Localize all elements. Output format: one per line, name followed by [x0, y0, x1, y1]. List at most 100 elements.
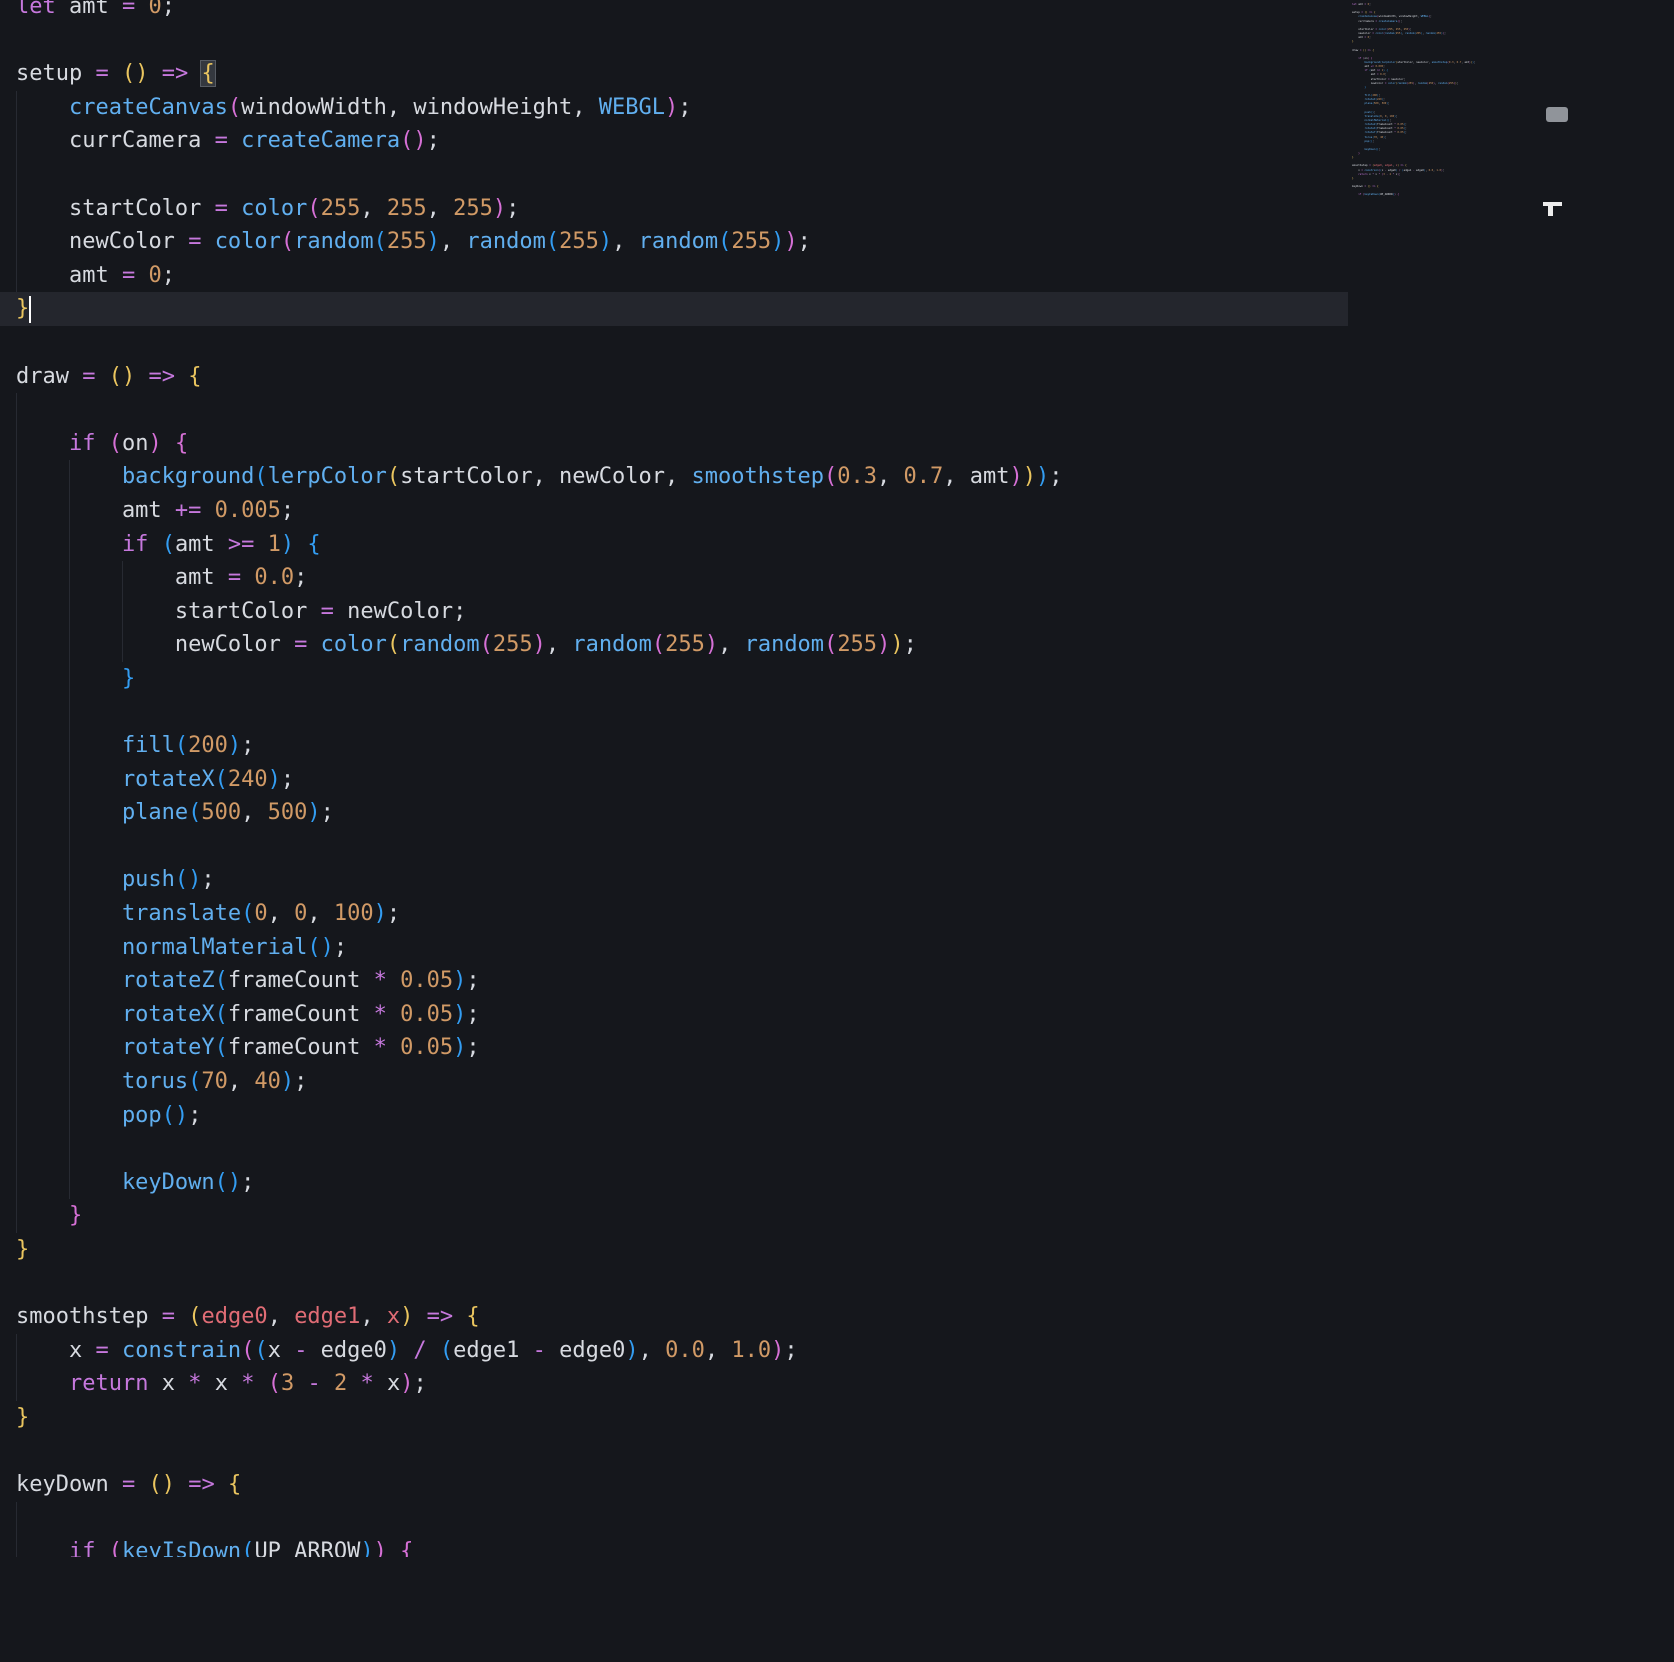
indent-guide [16, 427, 69, 461]
code-line[interactable]: if (amt >= 1) { [0, 528, 1348, 562]
code-token: 0 [294, 901, 307, 926]
code-token [175, 364, 188, 389]
code-line[interactable]: rotateX(frameCount * 0.05); [0, 998, 1348, 1032]
code-line[interactable]: newColor = color(random(255), random(255… [0, 225, 1348, 259]
code-token: ( [254, 1338, 267, 1363]
code-editor[interactable]: let amt = 0; setup = () => { createCanvas… [0, 0, 1674, 1662]
code-token: newColor [175, 632, 294, 657]
minimap-line: if (keyIsDown(UP_ARROW)) { [1352, 193, 1542, 197]
indent-guide [69, 998, 122, 1032]
minimap[interactable]: let amt = 0;setup = () => { createCanvas… [1352, 0, 1542, 420]
indent-guide [16, 1535, 69, 1557]
code-line[interactable]: } [0, 1401, 1348, 1435]
code-line[interactable]: currCamera = createCamera(); [0, 124, 1348, 158]
code-token [215, 1472, 228, 1497]
code-line[interactable] [0, 158, 1348, 192]
code-token: 255 [321, 196, 361, 221]
code-line[interactable]: if (keyIsDown(UP_ARROW)) { [0, 1535, 1348, 1557]
code-token: rotateX [122, 767, 215, 792]
code-token: ( [109, 431, 122, 456]
code-token: ) [374, 901, 387, 926]
code-token: = [122, 1472, 135, 1497]
code-token: ( [652, 632, 665, 657]
code-line[interactable]: } [0, 292, 1348, 326]
code-token: = [215, 128, 228, 153]
code-line[interactable] [0, 326, 1348, 360]
code-token: constrain [122, 1338, 241, 1363]
code-token: ) [665, 95, 678, 120]
indent-guide [16, 931, 69, 965]
code-line[interactable]: amt = 0; [0, 259, 1348, 293]
code-line[interactable]: torus(70, 40); [0, 1065, 1348, 1099]
code-line[interactable]: setup = () => { [0, 57, 1348, 91]
code-token: ( [268, 1371, 281, 1396]
code-line[interactable]: startColor = color(255, 255, 255); [0, 192, 1348, 226]
code-line[interactable]: fill(200); [0, 729, 1348, 763]
code-token [201, 229, 214, 254]
code-line[interactable]: amt = 0.0; [0, 561, 1348, 595]
code-line[interactable]: newColor = color(random(255), random(255… [0, 628, 1348, 662]
code-token: 240 [228, 767, 268, 792]
code-line[interactable]: x = constrain((x - edge0) / (edge1 - edg… [0, 1334, 1348, 1368]
code-token: ( [188, 800, 201, 825]
code-token [95, 1539, 108, 1557]
code-token: ) [387, 1338, 400, 1363]
code-line[interactable]: keyDown(); [0, 1166, 1348, 1200]
scrollbar-channel[interactable] [1540, 0, 1574, 1662]
code-token: startColor, newColor, [400, 464, 691, 489]
code-token: , [440, 229, 467, 254]
code-token: push [122, 867, 175, 892]
code-token: ; [281, 498, 294, 523]
code-token: => [148, 364, 175, 389]
code-line[interactable]: plane(500, 500); [0, 796, 1348, 830]
code-line[interactable]: } [0, 1233, 1348, 1267]
code-token: rotateZ [122, 968, 215, 993]
code-token: translate [122, 901, 241, 926]
indent-guide [69, 830, 122, 864]
code-line[interactable]: rotateY(frameCount * 0.05); [0, 1031, 1348, 1065]
code-line[interactable]: smoothstep = (edge0, edge1, x) => { [0, 1300, 1348, 1334]
code-line[interactable]: createCanvas(windowWidth, windowHeight, … [0, 91, 1348, 125]
code-line[interactable]: translate(0, 0, 100); [0, 897, 1348, 931]
code-token: , [268, 901, 295, 926]
code-token [321, 1371, 334, 1396]
code-line[interactable]: startColor = newColor; [0, 595, 1348, 629]
code-line[interactable]: normalMaterial(); [0, 931, 1348, 965]
text-cursor [29, 296, 31, 323]
code-line[interactable] [0, 830, 1348, 864]
code-token [307, 632, 320, 657]
code-line[interactable]: } [0, 662, 1348, 696]
code-line[interactable] [0, 1267, 1348, 1301]
code-token: ( [254, 464, 267, 489]
code-token: keyDown [122, 1170, 215, 1195]
code-line[interactable]: return x * x * (3 - 2 * x); [0, 1367, 1348, 1401]
code-line[interactable]: background(lerpColor(startColor, newColo… [0, 460, 1348, 494]
code-token: ) [453, 968, 466, 993]
code-line[interactable]: pop(); [0, 1099, 1348, 1133]
code-token: rotateY [122, 1035, 215, 1060]
code-line[interactable] [0, 24, 1348, 58]
code-token [228, 196, 241, 221]
code-line[interactable]: draw = () => { [0, 360, 1348, 394]
code-token: } [16, 1237, 29, 1262]
code-area[interactable]: let amt = 0; setup = () => { createCanvas… [0, 0, 1348, 1557]
code-line[interactable] [0, 393, 1348, 427]
code-line[interactable]: rotateX(240); [0, 763, 1348, 797]
code-line[interactable]: keyDown = () => { [0, 1468, 1348, 1502]
code-line[interactable] [0, 1502, 1348, 1536]
indent-guide [16, 1199, 69, 1233]
code-token: rotateX [122, 1002, 215, 1027]
code-line[interactable] [0, 695, 1348, 729]
code-line[interactable]: amt += 0.005; [0, 494, 1348, 528]
code-line[interactable] [0, 1435, 1348, 1469]
code-line[interactable]: push(); [0, 863, 1348, 897]
code-token: ) [268, 767, 281, 792]
code-token: 1.0 [731, 1338, 771, 1363]
code-token: () [148, 1472, 175, 1497]
code-line[interactable]: } [0, 1199, 1348, 1233]
code-line[interactable]: if (on) { [0, 427, 1348, 461]
code-line[interactable]: let amt = 0; [0, 0, 1348, 24]
code-line[interactable]: rotateZ(frameCount * 0.05); [0, 964, 1348, 998]
indent-guide [16, 1334, 69, 1368]
code-line[interactable] [0, 1132, 1348, 1166]
